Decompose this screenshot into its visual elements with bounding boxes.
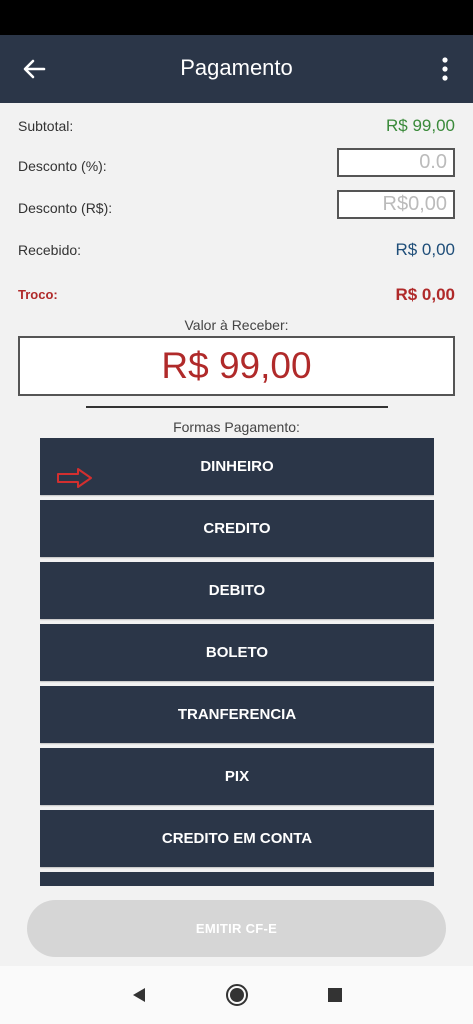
- system-nav-bar: [0, 966, 473, 1024]
- app-bar: Pagamento: [0, 35, 473, 103]
- status-bar: [0, 0, 473, 35]
- page-title: Pagamento: [180, 55, 293, 80]
- valor-receber-value: R$ 99,00: [18, 336, 455, 396]
- payment-more-button[interactable]: [40, 872, 434, 886]
- troco-value: R$ 0,00: [395, 285, 455, 304]
- payment-pix-label: PIX: [224, 768, 250, 785]
- subtotal-label: Subtotal:: [18, 118, 74, 134]
- payment-credito-em-conta-button[interactable]: CREDITO EM CONTA: [40, 810, 434, 867]
- square-recent-icon[interactable]: [322, 982, 348, 1008]
- desconto-rs-input[interactable]: [337, 190, 455, 219]
- recebido-value: R$ 0,00: [395, 240, 455, 259]
- payment-dinheiro-label: DINHEIRO: [200, 458, 274, 475]
- payment-credito-label: CREDITO: [203, 520, 271, 537]
- troco-row: Troco: R$ 0,00: [18, 284, 455, 314]
- payment-credito-button[interactable]: CREDITO: [40, 500, 434, 557]
- payment-debito-label: DEBITO: [208, 582, 266, 599]
- divider: [86, 406, 388, 408]
- payment-debito-button[interactable]: DEBITO: [40, 562, 434, 619]
- valor-receber-label: Valor à Receber:: [184, 317, 289, 333]
- circle-home-icon[interactable]: [224, 982, 250, 1008]
- payment-dinheiro-button[interactable]: DINHEIRO: [40, 438, 434, 495]
- desconto-pct-row: Desconto (%):: [18, 148, 455, 178]
- formas-pagamento-label: Formas Pagamento:: [173, 419, 300, 435]
- triangle-back-icon[interactable]: [126, 982, 152, 1008]
- emitir-cfe-button[interactable]: EMITIR CF-E: [27, 900, 446, 957]
- payment-content: Subtotal: R$ 99,00 Desconto (%): Descont…: [0, 103, 473, 966]
- payment-pix-button[interactable]: PIX: [40, 748, 434, 805]
- payment-transferencia-button[interactable]: TRANFERENCIA: [40, 686, 434, 743]
- payment-boleto-label: BOLETO: [205, 644, 269, 661]
- recebido-label: Recebido:: [18, 242, 82, 258]
- recebido-row: Recebido: R$ 0,00: [18, 239, 455, 269]
- desconto-pct-label: Desconto (%):: [18, 158, 107, 174]
- desconto-rs-row: Desconto (R$):: [18, 189, 455, 219]
- emitir-cfe-label: EMITIR CF-E: [195, 921, 278, 936]
- subtotal-row: Subtotal: R$ 99,00: [18, 115, 455, 145]
- subtotal-value: R$ 99,00: [386, 116, 455, 135]
- payment-methods-list[interactable]: DINHEIRO CREDITO DEBITO BOLETO TRANFEREN…: [40, 438, 434, 886]
- payment-credito-em-conta-label: CREDITO EM CONTA: [161, 830, 313, 847]
- arrow-right-outline-icon: [56, 456, 94, 488]
- payment-boleto-button[interactable]: BOLETO: [40, 624, 434, 681]
- desconto-pct-input[interactable]: [337, 148, 455, 177]
- payment-transferencia-label: TRANFERENCIA: [177, 706, 297, 723]
- desconto-rs-label: Desconto (R$):: [18, 200, 113, 216]
- troco-label: Troco:: [18, 287, 58, 302]
- more-vert-icon[interactable]: [433, 55, 457, 83]
